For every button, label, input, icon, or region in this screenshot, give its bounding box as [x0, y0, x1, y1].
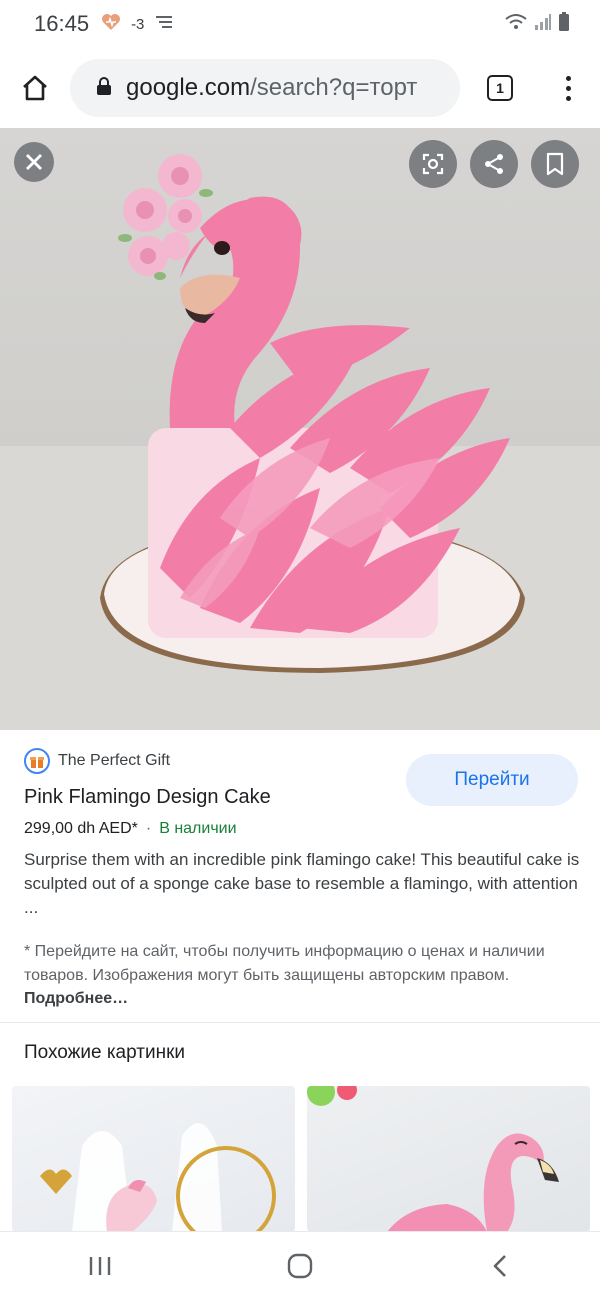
gift-icon	[24, 748, 50, 774]
status-icons-right	[504, 11, 570, 37]
description: Surprise them with an incredible pink fl…	[24, 850, 580, 917]
browser-toolbar: google.com/search?q=торт 1	[0, 56, 600, 120]
visit-button[interactable]: Перейти	[406, 754, 578, 806]
share-button[interactable]	[470, 140, 518, 188]
address-bar[interactable]: google.com/search?q=торт	[70, 59, 460, 117]
health-heart-icon	[101, 13, 121, 36]
url-path: /search?q=торт	[250, 74, 418, 101]
more-link[interactable]: Подробнее…	[24, 990, 128, 1007]
bookmark-icon	[546, 152, 564, 176]
home-nav-button[interactable]	[260, 1236, 340, 1296]
result-title[interactable]: Pink Flamingo Design Cake	[24, 786, 271, 809]
signal-icon	[534, 13, 552, 36]
status-bar: 16:45 -3	[0, 0, 600, 48]
share-icon	[485, 154, 503, 174]
lens-button[interactable]	[409, 140, 457, 188]
url-domain: google.com	[126, 74, 251, 101]
image-preview[interactable]	[0, 128, 600, 730]
related-image-2-graphic	[307, 1086, 559, 1232]
home-icon	[23, 75, 47, 101]
related-image-1[interactable]	[12, 1086, 295, 1232]
wifi-icon	[504, 13, 528, 36]
system-nav-bar	[0, 1232, 600, 1299]
status-icons-left: -3	[101, 13, 174, 36]
flamingo-cake-image	[0, 154, 600, 730]
related-images-title: Похожие картинки	[24, 1042, 185, 1063]
related-image-1-graphic	[40, 1123, 276, 1232]
back-icon	[493, 1254, 506, 1277]
close-icon	[26, 154, 42, 170]
price-row: 299,00 dh AED* · В наличии	[24, 820, 237, 838]
tab-count: 1	[487, 75, 513, 101]
recent-apps-icon	[89, 1256, 111, 1275]
disclaimer-text: * Перейдите на сайт, чтобы получить инфо…	[24, 943, 545, 984]
lens-icon	[422, 153, 444, 175]
battery-icon	[558, 11, 570, 37]
home-button[interactable]	[0, 56, 70, 120]
url-text: google.com/search?q=торт	[126, 74, 417, 102]
recent-apps-button[interactable]	[60, 1236, 140, 1296]
home-circle-icon	[287, 1253, 313, 1278]
close-button[interactable]	[14, 142, 54, 182]
status-time: 16:45	[34, 11, 90, 36]
source-row[interactable]: The Perfect Gift	[24, 748, 170, 774]
source-name: The Perfect Gift	[58, 752, 171, 769]
bookmark-button[interactable]	[531, 140, 579, 188]
divider	[0, 1022, 600, 1023]
availability: В наличии	[159, 820, 237, 837]
disclaimer: * Перейдите на сайт, чтобы получить инфо…	[24, 940, 580, 1011]
price: 299,00 dh AED*	[24, 820, 138, 837]
more-vertical-icon[interactable]	[540, 56, 596, 120]
tab-switcher-button[interactable]: 1	[460, 56, 540, 120]
lock-icon	[96, 76, 112, 101]
back-button[interactable]	[460, 1236, 540, 1296]
notification-icon	[154, 14, 174, 35]
related-image-2[interactable]	[307, 1086, 590, 1232]
status-temperature: -3	[131, 15, 145, 33]
separator-dot: ·	[145, 820, 152, 837]
